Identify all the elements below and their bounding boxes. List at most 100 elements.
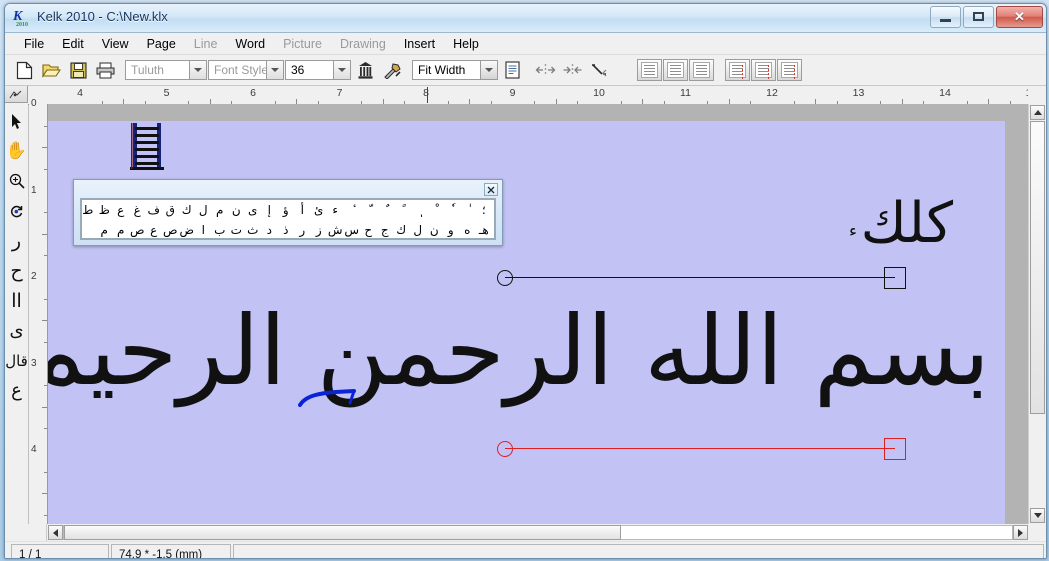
palette-glyph-cell[interactable]: ٖ: [410, 200, 427, 220]
vertical-scroll-thumb[interactable]: [1030, 121, 1045, 414]
palette-glyph-cell[interactable]: ط: [80, 200, 96, 220]
zoom-level-combo[interactable]: Fit Width: [412, 60, 498, 80]
new-document-button[interactable]: [11, 57, 37, 83]
palette-glyph-cell[interactable]: ض: [179, 220, 196, 240]
canvas-viewport[interactable]: كلك ء بسم الله الرحمن الرحيم: [48, 104, 1028, 524]
decrease-spacing-button[interactable]: [559, 57, 585, 83]
horizontal-scrollbar[interactable]: [47, 524, 1029, 541]
palette-glyph-cell[interactable]: ٔ: [344, 200, 361, 220]
artwork-bismillah[interactable]: بسم الله الرحمن الرحيم: [48, 296, 990, 406]
blue-stroke-mark[interactable]: [298, 389, 356, 407]
palette-glyph-cell[interactable]: ظ: [96, 200, 113, 220]
palette-glyph-cell[interactable]: ف: [146, 200, 163, 220]
glyph-palette-window[interactable]: ؛ًٌّْٰٰٖٗٔءئأؤإىنملكقفغعظطضص هـهونلكجحسش…: [73, 179, 503, 246]
palette-glyph-cell[interactable]: ؛: [476, 200, 493, 220]
font-family-combo[interactable]: Tuluth: [125, 60, 207, 80]
palette-glyph-cell[interactable]: ز: [311, 220, 328, 240]
palette-glyph-cell[interactable]: ا: [195, 220, 212, 240]
palette-glyph-cell[interactable]: ل: [195, 200, 212, 220]
palette-glyph-cell[interactable]: ص: [129, 220, 146, 240]
align-left-marks-button[interactable]: [725, 59, 750, 81]
palette-glyph-cell[interactable]: ج: [377, 220, 394, 240]
font-family-dropdown-arrow[interactable]: [189, 61, 206, 79]
palette-glyph-cell[interactable]: ع: [113, 200, 130, 220]
ain-tool[interactable]: ع: [6, 376, 27, 406]
palette-close-button[interactable]: [484, 183, 498, 196]
font-size-combo[interactable]: 36: [285, 60, 351, 80]
alef-tool[interactable]: اا: [6, 286, 27, 316]
palette-glyph-cell[interactable]: ب: [212, 220, 229, 240]
palette-glyph-cell[interactable]: د: [261, 220, 278, 240]
baseline-black[interactable]: [505, 277, 895, 278]
horizontal-scroll-thumb[interactable]: [64, 525, 621, 540]
vertical-ruler[interactable]: 01234: [29, 104, 48, 524]
baseline-black-handle-end[interactable]: [884, 267, 906, 289]
palette-glyph-cell[interactable]: ً: [393, 200, 410, 220]
ruler-corner-button[interactable]: [5, 86, 28, 103]
palette-glyph-cell[interactable]: ؤ: [278, 200, 295, 220]
scroll-up-button[interactable]: [1030, 105, 1045, 120]
palette-glyph-cell[interactable]: ح: [360, 220, 377, 240]
font-style-dropdown-arrow[interactable]: [266, 61, 283, 79]
rotate-tool[interactable]: [6, 196, 27, 226]
palette-glyph-cell[interactable]: ل: [410, 220, 427, 240]
print-button[interactable]: [92, 57, 118, 83]
ya-tool[interactable]: ى: [6, 316, 27, 346]
align-center-button[interactable]: [663, 59, 688, 81]
select-arrow-tool[interactable]: [6, 106, 27, 136]
baseline-red-handle-end[interactable]: [884, 438, 906, 460]
zoom-magnifier-tool[interactable]: [6, 166, 27, 196]
hand-pan-tool[interactable]: ✋: [6, 136, 27, 166]
menu-edit[interactable]: Edit: [53, 35, 93, 53]
palette-glyph-cell[interactable]: ٰٰ: [459, 200, 476, 220]
palette-glyph-cell[interactable]: غ: [129, 200, 146, 220]
palette-glyph-cell[interactable]: م: [96, 220, 113, 240]
palette-glyph-cell[interactable]: ئ: [311, 200, 328, 220]
close-button[interactable]: ✕: [996, 6, 1043, 28]
arc-tool[interactable]: ح: [6, 256, 27, 286]
palette-glyph-cell[interactable]: ْ: [426, 200, 443, 220]
horizontal-ruler[interactable]: 456789101112131415: [28, 86, 1028, 105]
palette-glyph-cell[interactable]: ك: [179, 200, 196, 220]
kashida-button[interactable]: [586, 57, 612, 83]
zoom-level-dropdown-arrow[interactable]: [480, 61, 497, 79]
baseline-red-handle-start[interactable]: [497, 441, 513, 457]
baseline-red[interactable]: [505, 448, 895, 449]
palette-glyph-cell[interactable]: ٌ: [377, 200, 394, 220]
ruler-margin-marker[interactable]: [427, 87, 428, 103]
increase-spacing-button[interactable]: [532, 57, 558, 83]
artwork-kelk-hamza[interactable]: ء: [849, 221, 857, 241]
palette-glyph-cell[interactable]: م: [113, 220, 130, 240]
align-right-button[interactable]: [689, 59, 714, 81]
palette-glyph-cell[interactable]: ك: [393, 220, 410, 240]
palette-glyph-cell[interactable]: ع: [146, 220, 163, 240]
palette-glyph-cell[interactable]: ن: [426, 220, 443, 240]
palette-glyph-cell[interactable]: ّ: [360, 200, 377, 220]
palette-glyph-grid[interactable]: ؛ًٌّْٰٰٖٗٔءئأؤإىنملكقفغعظطضص هـهونلكجحسش…: [80, 198, 496, 240]
palette-glyph-cell[interactable]: س: [344, 220, 361, 240]
scroll-left-button[interactable]: [48, 525, 63, 540]
align-right-marks-button[interactable]: [777, 59, 802, 81]
page-setup-button[interactable]: [499, 57, 525, 83]
palette-glyph-cell[interactable]: ى: [245, 200, 262, 220]
vertical-scrollbar[interactable]: [1028, 104, 1046, 524]
palette-glyph-cell[interactable]: ت: [228, 220, 245, 240]
menu-insert[interactable]: Insert: [395, 35, 444, 53]
pen-curve-tool[interactable]: ر: [6, 226, 27, 256]
artwork-kelk-logo[interactable]: كلك: [861, 196, 953, 252]
settings-tools-button[interactable]: [379, 57, 405, 83]
palette-glyph-cell[interactable]: و: [443, 220, 460, 240]
palette-glyph-cell[interactable]: م: [212, 200, 229, 220]
open-document-button[interactable]: [38, 57, 64, 83]
palette-glyph-cell[interactable]: ء: [327, 200, 344, 220]
align-center-marks-button[interactable]: [751, 59, 776, 81]
ladder-object[interactable]: [126, 123, 166, 171]
menu-word[interactable]: Word: [226, 35, 274, 53]
palette-glyph-cell[interactable]: ٗ: [443, 200, 460, 220]
menu-view[interactable]: View: [93, 35, 138, 53]
tools-monument-button[interactable]: [352, 57, 378, 83]
scroll-right-button[interactable]: [1013, 525, 1028, 540]
save-button[interactable]: [65, 57, 91, 83]
palette-glyph-cell[interactable]: ذ: [278, 220, 295, 240]
menu-page[interactable]: Page: [138, 35, 185, 53]
